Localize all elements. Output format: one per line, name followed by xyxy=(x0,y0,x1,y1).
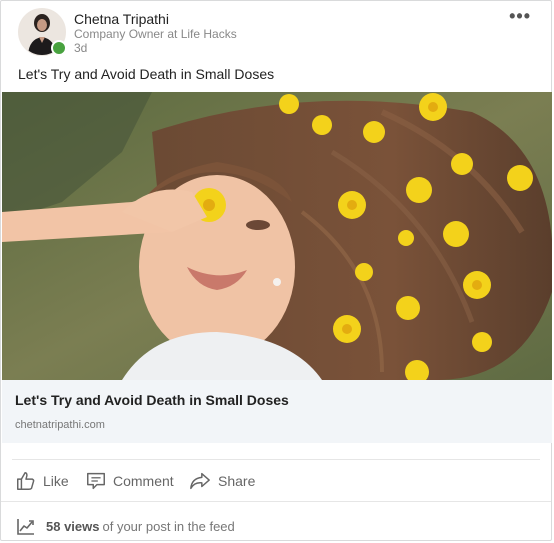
views-count: 58 views xyxy=(46,518,100,534)
like-label: Like xyxy=(43,473,69,489)
post-timestamp: 3d xyxy=(74,41,88,55)
avatar[interactable] xyxy=(18,8,67,56)
trending-chart-icon xyxy=(17,519,34,535)
comment-icon xyxy=(87,472,105,490)
post-views-stat[interactable]: 58 views of your post in the feed xyxy=(16,516,235,536)
author-headline: Company Owner at Life Hacks xyxy=(74,27,237,41)
share-label: Share xyxy=(218,473,256,489)
divider xyxy=(12,459,540,460)
comment-button[interactable]: Comment xyxy=(85,468,174,494)
post-text: Let's Try and Avoid Death in Small Doses xyxy=(18,66,275,82)
divider xyxy=(1,501,551,502)
comment-label: Comment xyxy=(113,473,174,489)
more-options-icon[interactable]: ••• xyxy=(509,7,531,25)
post-header: Chetna Tripathi Company Owner at Life Ha… xyxy=(18,7,537,58)
author-info: Chetna Tripathi Company Owner at Life Ha… xyxy=(74,11,237,55)
feed-post-card: Chetna Tripathi Company Owner at Life Ha… xyxy=(0,0,552,541)
article-hero-image[interactable] xyxy=(2,92,552,380)
online-status-dot xyxy=(51,40,67,56)
share-icon xyxy=(190,472,210,490)
views-text: of your post in the feed xyxy=(102,518,235,534)
thumbs-up-icon xyxy=(17,472,35,490)
link-preview-title[interactable]: Let's Try and Avoid Death in Small Doses xyxy=(15,392,289,408)
link-preview[interactable]: Let's Try and Avoid Death in Small Doses… xyxy=(2,380,552,443)
link-preview-domain: chetnatripathi.com xyxy=(15,419,105,431)
like-button[interactable]: Like xyxy=(15,468,69,494)
author-name[interactable]: Chetna Tripathi xyxy=(74,11,237,27)
share-button[interactable]: Share xyxy=(188,468,255,494)
